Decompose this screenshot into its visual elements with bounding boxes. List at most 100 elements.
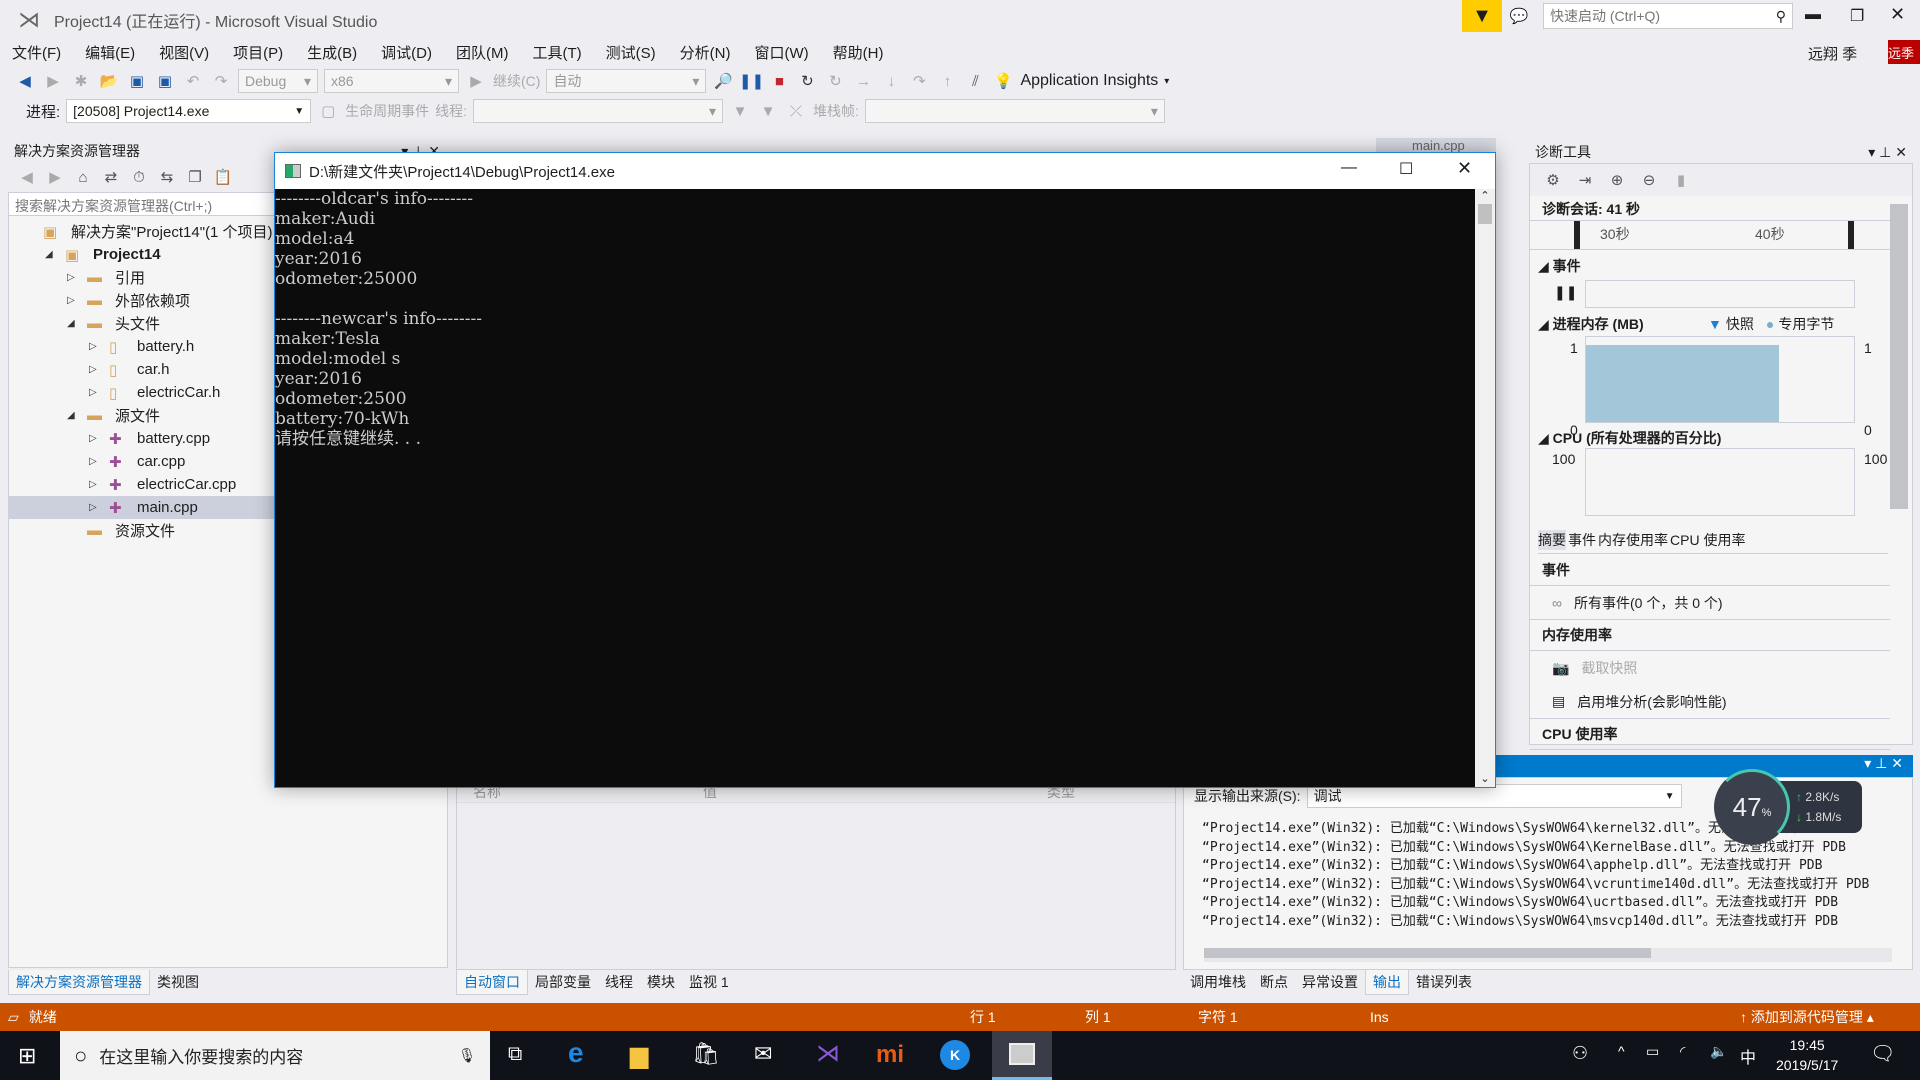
scroll-up-icon[interactable]: ⌃ [1475, 189, 1495, 202]
expand-toggle-icon[interactable]: ▷ [89, 364, 103, 375]
take-snapshot-button[interactable]: 📷 截取快照 [1530, 651, 1890, 685]
tab-0[interactable]: 解决方案资源管理器 [8, 970, 150, 995]
menu-item[interactable]: 视图(V) [147, 42, 221, 63]
thread-select[interactable]: ▾ [473, 99, 724, 123]
step-into-icon[interactable]: → [852, 70, 874, 92]
tab-3[interactable]: 输出 [1365, 970, 1409, 995]
tab-4[interactable]: 监视 1 [682, 970, 736, 995]
pending-changes-icon[interactable]: ⏱ [128, 166, 150, 188]
tab-2[interactable]: 异常设置 [1295, 970, 1365, 995]
menu-item[interactable]: 调试(D) [369, 42, 444, 63]
chart-help-icon[interactable]: ▮ [1670, 169, 1692, 191]
back-icon[interactable]: ◀ [14, 70, 36, 92]
store-icon[interactable]: 🛍 [692, 1041, 720, 1067]
minimize-button[interactable]: ▬ [1805, 6, 1821, 24]
restore-button[interactable]: ❐ [1850, 6, 1864, 26]
zoom-out-icon[interactable]: ⊖ [1638, 169, 1660, 191]
pause-icon[interactable]: ❚❚ [1554, 284, 1577, 301]
battery-icon[interactable]: ▭ [1646, 1043, 1659, 1060]
stack-frame-select[interactable]: ▾ [864, 99, 1165, 123]
memory-chart[interactable] [1585, 336, 1855, 423]
zoom-in-icon[interactable]: ⊕ [1606, 169, 1628, 191]
configuration-select[interactable]: Debug ▾ [238, 69, 318, 93]
redo-icon[interactable]: ↷ [210, 70, 232, 92]
mail-icon[interactable]: ✉ [754, 1041, 772, 1067]
kugou-icon[interactable]: K [940, 1040, 970, 1070]
find-icon[interactable]: 🔎 [712, 70, 734, 92]
menu-item[interactable]: 编辑(E) [73, 42, 147, 63]
hex-display-icon[interactable]: ⫽ [964, 70, 986, 92]
chevron-down-icon[interactable]: ▾ [1164, 76, 1169, 87]
volume-icon[interactable]: 🔈 [1710, 1043, 1727, 1060]
visual-studio-icon[interactable]: ⋊ [816, 1039, 840, 1068]
console-task-button[interactable] [992, 1031, 1052, 1080]
tab-3[interactable]: 模块 [640, 970, 682, 995]
step-up-icon[interactable]: ↑ [936, 70, 958, 92]
feedback-icon[interactable]: 💬 [1508, 5, 1530, 27]
save-icon[interactable]: ▣ [126, 70, 148, 92]
application-insights-button[interactable]: Application Insights [1020, 72, 1158, 90]
expand-toggle-icon[interactable]: ▷ [89, 433, 103, 444]
menu-item[interactable]: 文件(F) [0, 42, 73, 63]
feedback-filter-icon[interactable]: ▼ [1462, 0, 1502, 32]
expand-toggle-icon[interactable]: ▷ [89, 479, 103, 490]
ime-indicator[interactable]: 中 [1740, 1044, 1756, 1068]
edge-icon[interactable]: e [568, 1037, 584, 1069]
tab-4[interactable]: 错误列表 [1409, 970, 1479, 995]
menu-item[interactable]: 帮助(H) [821, 42, 896, 63]
sync-icon[interactable]: ⇆ [156, 166, 178, 188]
home-icon[interactable]: ⌂ [72, 166, 94, 188]
flag-threads-icon[interactable]: ⤫ [785, 100, 807, 122]
step-over-icon[interactable]: ↓ [880, 70, 902, 92]
tab-1[interactable]: 局部变量 [528, 970, 598, 995]
console-minimize-button[interactable]: — [1341, 159, 1357, 177]
menu-item[interactable]: 工具(T) [520, 42, 593, 63]
platform-select[interactable]: x86 ▾ [324, 69, 459, 93]
expand-toggle-icon[interactable]: ▷ [67, 295, 81, 306]
restart-icon[interactable]: ↻ [796, 70, 818, 92]
expand-toggle-icon[interactable]: ◢ [45, 249, 59, 260]
user-avatar[interactable]: 远季 [1888, 40, 1920, 64]
expand-toggle-icon[interactable]: ◢ [67, 318, 81, 329]
expand-toggle-icon[interactable]: ▷ [67, 272, 81, 283]
timeline-start-handle[interactable] [1574, 221, 1580, 249]
tab-2[interactable]: 线程 [598, 970, 640, 995]
settings-gear-icon[interactable]: ⚙ [1542, 169, 1564, 191]
expand-toggle-icon[interactable]: ▷ [89, 341, 103, 352]
cpu-chart[interactable] [1585, 448, 1855, 516]
pause-icon[interactable]: ❚❚ [739, 70, 764, 92]
tab-0[interactable]: 摘要 [1538, 529, 1566, 550]
taskbar-search[interactable]: ○ 在这里输入你要搜索的内容 🎙 [60, 1031, 490, 1080]
all-events-link[interactable]: ∞ 所有事件(0 个，共 0 个) [1530, 586, 1890, 620]
expand-toggle-icon[interactable]: ◢ [67, 410, 81, 421]
timeline-end-handle[interactable] [1848, 221, 1854, 249]
menu-item[interactable]: 测试(S) [594, 42, 668, 63]
expand-toggle-icon[interactable]: ▷ [89, 502, 103, 513]
forward-icon[interactable]: ▶ [44, 166, 66, 188]
console-window[interactable]: D:\新建文件夹\Project14\Debug\Project14.exe —… [274, 152, 1496, 788]
console-maximize-button[interactable]: ☐ [1399, 159, 1413, 179]
process-select[interactable]: [20508] Project14.exe ▼ [66, 99, 312, 123]
scroll-down-icon[interactable]: ⌄ [1475, 772, 1495, 785]
show-next-statement-icon[interactable]: ↻ [824, 70, 846, 92]
enable-heap-profiling-button[interactable]: ▤ 启用堆分析(会影响性能) [1530, 685, 1890, 719]
tab-2[interactable]: 内存使用率 [1598, 530, 1668, 550]
menu-item[interactable]: 生成(B) [295, 42, 369, 63]
network-speed-widget[interactable]: ↑ 2.8K/s ↓ 1.8M/s 47% [1714, 769, 1862, 845]
expand-toggle-icon[interactable]: ▷ [89, 456, 103, 467]
export-icon[interactable]: ⇥ [1574, 169, 1596, 191]
open-file-icon[interactable]: 📂 [98, 70, 120, 92]
action-center-icon[interactable]: 🗨 [1870, 1041, 1895, 1066]
file-explorer-icon[interactable]: ▆ [630, 1041, 648, 1070]
stop-icon[interactable]: ■ [768, 70, 790, 92]
auto-select[interactable]: 自动 ▾ [546, 69, 707, 93]
clock[interactable]: 19:45 2019/5/17 [1776, 1035, 1838, 1075]
people-icon[interactable]: ⚇ [1572, 1043, 1588, 1064]
forward-icon[interactable]: ▶ [42, 70, 64, 92]
timeline-ruler[interactable]: 30秒 40秒 [1530, 220, 1890, 250]
properties-icon[interactable]: 📋 [212, 166, 234, 188]
scroll-thumb[interactable] [1478, 204, 1492, 224]
start-button[interactable]: ⊞ [18, 1043, 36, 1069]
menu-item[interactable]: 团队(M) [444, 42, 521, 63]
tab-1[interactable]: 事件 [1568, 530, 1596, 550]
